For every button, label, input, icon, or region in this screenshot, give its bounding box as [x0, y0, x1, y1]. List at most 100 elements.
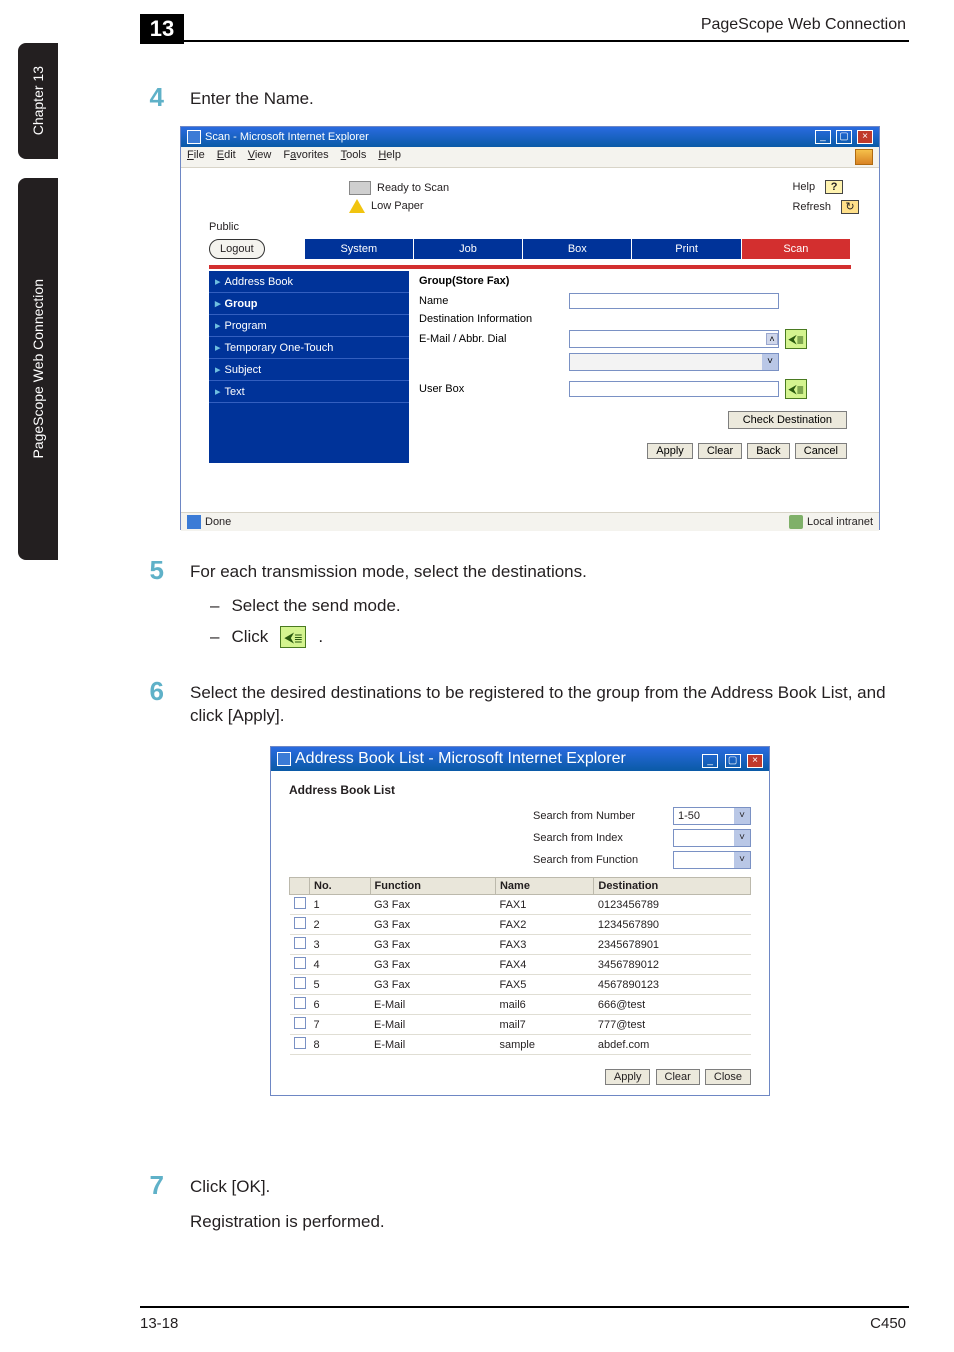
tab-box[interactable]: Box [523, 239, 632, 259]
refresh-icon[interactable] [841, 200, 859, 214]
step-5-sub-b-text: Click [231, 627, 268, 647]
row-checkbox[interactable] [294, 917, 306, 929]
row-function: G3 Fax [370, 935, 495, 955]
menu-file[interactable]: File [187, 149, 205, 165]
pick-destinations-email-button[interactable]: ⮜≣ [785, 329, 807, 349]
menu-view[interactable]: View [248, 149, 272, 165]
clear-button[interactable]: Clear [698, 443, 742, 459]
step-7-number: 7 [140, 1170, 164, 1234]
header-rule [140, 40, 909, 42]
row-checkbox[interactable] [294, 897, 306, 909]
side-tab-chapter: Chapter 13 [18, 43, 58, 159]
row-checkbox[interactable] [294, 957, 306, 969]
email-abbr-select-lower[interactable]: ˅ [569, 353, 779, 371]
arrow-list-icon: ⮜≣ [788, 332, 804, 347]
table-row: 4G3 FaxFAX43456789012 [290, 955, 751, 975]
nav-address-book[interactable]: Address Book [209, 271, 409, 293]
name-label: Name [419, 295, 569, 307]
userbox-input[interactable] [569, 381, 779, 397]
row-no: 8 [310, 1035, 371, 1055]
status-low-paper: Low Paper [371, 200, 424, 212]
destinfo-label: Destination Information [419, 313, 569, 325]
row-name: FAX3 [495, 935, 593, 955]
row-function: E-Mail [370, 1035, 495, 1055]
dlg-clear-button[interactable]: Clear [656, 1069, 700, 1085]
search-index-select[interactable]: ˅ [673, 829, 751, 847]
ie-menubar: File Edit View Favorites Tools Help [181, 147, 879, 168]
row-destination: 2345678901 [594, 935, 751, 955]
step-7-followup: Registration is performed. [190, 1211, 385, 1234]
pick-destinations-userbox-button[interactable]: ⮜≣ [785, 379, 807, 399]
apply-button[interactable]: Apply [647, 443, 693, 459]
refresh-link[interactable]: Refresh [792, 201, 831, 213]
statusbar-zone: Local intranet [807, 516, 873, 528]
back-button[interactable]: Back [747, 443, 789, 459]
row-checkbox[interactable] [294, 1037, 306, 1049]
search-number-label: Search from Number [533, 810, 663, 822]
row-destination: 0123456789 [594, 895, 751, 915]
row-name: mail7 [495, 1015, 593, 1035]
window-max-button[interactable]: ▢ [836, 130, 852, 144]
address-book-table: No. Function Name Destination 1G3 FaxFAX… [289, 877, 751, 1055]
cancel-button[interactable]: Cancel [795, 443, 847, 459]
search-function-select[interactable]: ˅ [673, 851, 751, 869]
dlg-close-button[interactable]: × [747, 754, 763, 768]
dlg-titlebar: Address Book List - Microsoft Internet E… [271, 747, 769, 771]
table-row: 3G3 FaxFAX32345678901 [290, 935, 751, 955]
row-checkbox[interactable] [294, 997, 306, 1009]
logout-button[interactable]: Logout [209, 239, 265, 259]
col-name: Name [495, 878, 593, 895]
row-checkbox[interactable] [294, 1017, 306, 1029]
menu-favorites[interactable]: Favorites [283, 149, 328, 165]
col-function: Function [370, 878, 495, 895]
tab-print[interactable]: Print [632, 239, 741, 259]
table-row: 7E-Mailmail7777@test [290, 1015, 751, 1035]
tab-system[interactable]: System [305, 239, 414, 259]
device-status-row: Ready to Scan Low Paper Help? Refresh [189, 174, 871, 219]
chapter-number: 13 [150, 16, 174, 42]
printer-icon [349, 181, 371, 195]
help-link[interactable]: Help [792, 181, 815, 193]
row-function: G3 Fax [370, 955, 495, 975]
nav-program[interactable]: Program [209, 315, 409, 337]
row-name: FAX5 [495, 975, 593, 995]
row-no: 5 [310, 975, 371, 995]
check-destination-button[interactable]: Check Destination [728, 411, 847, 429]
menu-edit[interactable]: Edit [217, 149, 236, 165]
step-7-text: Click [OK]. [190, 1176, 385, 1199]
step-5: 5 For each transmission mode, select the… [140, 555, 906, 586]
window-buttons: _ ▢ × [813, 130, 873, 144]
row-checkbox[interactable] [294, 977, 306, 989]
window-close-button[interactable]: × [857, 130, 873, 144]
window-min-button[interactable]: _ [815, 130, 831, 144]
dash-icon: – [210, 596, 219, 616]
page-title: PageScope Web Connection [701, 16, 906, 34]
form-heading: Group(Store Fax) [419, 275, 847, 287]
table-row: 6E-Mailmail6666@test [290, 995, 751, 1015]
nav-group[interactable]: Group [209, 293, 409, 315]
step-5-sub-a: – Select the send mode. [210, 596, 906, 616]
arrow-list-icon: ⮜≣ [788, 382, 804, 397]
ie-main-window: Scan - Microsoft Internet Explorer _ ▢ ×… [180, 126, 880, 530]
email-abbr-select[interactable]: ˄ [569, 330, 779, 348]
email-abbr-label: E-Mail / Abbr. Dial [419, 333, 569, 345]
dlg-close-button-2[interactable]: Close [705, 1069, 751, 1085]
dlg-apply-button[interactable]: Apply [605, 1069, 651, 1085]
name-input[interactable] [569, 293, 779, 309]
search-number-select[interactable]: 1-50˅ [673, 807, 751, 825]
row-checkbox[interactable] [294, 937, 306, 949]
address-book-dialog: Address Book List - Microsoft Internet E… [270, 746, 770, 1096]
dlg-min-button[interactable]: _ [702, 754, 718, 768]
tab-job[interactable]: Job [414, 239, 523, 259]
help-icon[interactable]: ? [825, 180, 843, 194]
arrow-list-icon-inline: ⮜≣ [280, 626, 306, 648]
nav-temporary-one-touch[interactable]: Temporary One-Touch [209, 337, 409, 359]
nav-subject[interactable]: Subject [209, 359, 409, 381]
ie-app-icon [187, 130, 201, 144]
nav-text[interactable]: Text [209, 381, 409, 403]
tab-scan[interactable]: Scan [742, 239, 851, 259]
menu-tools[interactable]: Tools [341, 149, 367, 165]
step-5-sub-a-text: Select the send mode. [231, 596, 400, 616]
dlg-max-button[interactable]: ▢ [725, 754, 741, 768]
menu-help[interactable]: Help [378, 149, 401, 165]
